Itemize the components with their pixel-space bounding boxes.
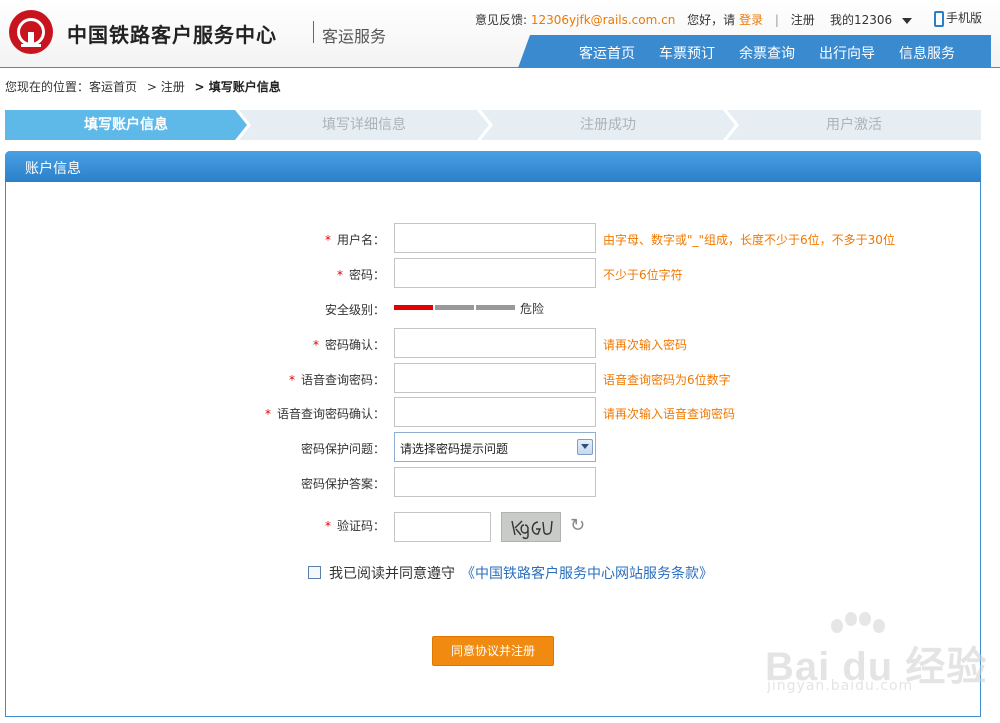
panel-title: 账户信息 <box>25 161 81 177</box>
voice-confirm-input[interactable] <box>394 397 596 427</box>
captcha-input[interactable] <box>394 512 491 542</box>
baidu-jingyan-watermark: Bai du 经验 jingyan.baidu.com <box>765 612 986 702</box>
login-link[interactable]: 登录 <box>739 13 763 27</box>
strength-bar-3 <box>476 305 515 310</box>
site-header: 中国铁路客户服务中心 客运服务 意见反馈: 12306yjfk@rails.co… <box>0 0 1000 68</box>
terms-link[interactable]: 《中国铁路客户服务中心网站服务条款》 <box>461 566 713 582</box>
confirm-label: * 密码确认： <box>312 338 385 352</box>
username-input[interactable] <box>394 223 596 253</box>
nav-item-info[interactable]: 信息服务 <box>899 43 955 63</box>
required-marker: * <box>336 268 343 282</box>
password-label: * 密码： <box>336 268 385 282</box>
nav-item-booking[interactable]: 车票预订 <box>659 43 715 63</box>
brand-divider <box>313 21 314 43</box>
required-marker: * <box>324 519 331 533</box>
agreement-row: 我已阅读并同意遵守 《中国铁路客户服务中心网站服务条款》 <box>308 563 713 583</box>
username-hint: 由字母、数字或"_"组成，长度不少于6位，不多于30位 <box>603 233 895 247</box>
brand-subtitle: 客运服务 <box>322 27 387 46</box>
security-answer-input[interactable] <box>394 467 596 497</box>
captcha-label: * 验证码： <box>324 519 385 533</box>
strength-label: 安全级别： <box>324 303 385 317</box>
phone-icon <box>934 10 944 27</box>
breadcrumb-current: > 填写账户信息 <box>194 80 281 94</box>
step-register-success: 注册成功 <box>481 110 735 140</box>
step-account-info: 填写账户信息 <box>5 110 247 140</box>
step-user-activation: 用户激活 <box>727 110 981 140</box>
main-nav: 客运首页 车票预订 余票查询 出行向导 信息服务 <box>518 35 991 68</box>
link-separator: | <box>774 13 779 27</box>
strength-value: 危险 <box>520 302 545 316</box>
breadcrumb: 您现在的位置：客运首页 > 注册 > 填写账户信息 <box>5 78 281 95</box>
question-label: 密码保护问题： <box>300 442 385 456</box>
nav-item-guide[interactable]: 出行向导 <box>819 43 875 63</box>
required-marker: * <box>288 373 295 387</box>
confirm-hint: 请再次输入密码 <box>603 338 688 352</box>
watermark-url: jingyan.baidu.com <box>767 678 914 694</box>
select-value: 请选择密码提示问题 <box>400 442 509 456</box>
required-marker: * <box>312 338 319 352</box>
security-question-select[interactable]: 请选择密码提示问题 <box>394 432 596 462</box>
breadcrumb-home[interactable]: 您现在的位置：客运首页 <box>5 80 137 94</box>
voice-password-input[interactable] <box>394 363 596 393</box>
my12306-label: 我的12306 <box>830 13 893 27</box>
step-detail-info: 填写详细信息 <box>239 110 489 140</box>
required-marker: * <box>324 233 331 247</box>
confirm-password-input[interactable] <box>394 328 596 358</box>
strength-bar-1 <box>394 305 433 310</box>
password-hint: 不少于6位字符 <box>603 268 683 282</box>
password-input[interactable] <box>394 258 596 288</box>
voice-confirm-label: * 语音查询密码确认： <box>264 407 385 421</box>
strength-bar-2 <box>435 305 474 310</box>
feedback-label: 意见反馈: <box>475 13 528 27</box>
breadcrumb-register[interactable]: > 注册 <box>147 80 185 94</box>
answer-label: 密码保护答案： <box>300 477 385 491</box>
greeting-text: 您好，请 <box>687 13 736 27</box>
username-label: * 用户名： <box>324 233 385 247</box>
railway-logo-icon[interactable] <box>9 10 53 54</box>
agree-text: 我已阅读并同意遵守 <box>329 566 455 582</box>
required-marker: * <box>264 407 271 421</box>
top-links: 意见反馈: 12306yjfk@rails.com.cn 您好，请 登录 | 注… <box>475 11 815 28</box>
refresh-icon[interactable]: ↻ <box>570 515 585 536</box>
mobile-version-link[interactable]: 手机版 <box>934 9 982 27</box>
my12306-menu[interactable]: 我的12306 <box>830 11 913 28</box>
panel-header: 账户信息 <box>5 151 981 182</box>
mobile-label: 手机版 <box>946 11 983 25</box>
chevron-down-icon[interactable] <box>577 439 593 455</box>
voice-password-label: * 语音查询密码： <box>288 373 385 387</box>
feedback-email-link[interactable]: 12306yjfk@rails.com.cn <box>531 13 675 27</box>
captcha-image[interactable] <box>501 512 561 542</box>
agree-checkbox[interactable] <box>308 566 321 579</box>
progress-steps: 填写账户信息 填写详细信息 注册成功 用户激活 <box>5 110 981 140</box>
nav-item-home[interactable]: 客运首页 <box>579 43 635 63</box>
brand-title: 中国铁路客户服务中心 <box>67 23 277 47</box>
register-link[interactable]: 注册 <box>791 13 815 27</box>
captcha-glyphs <box>511 520 553 540</box>
chevron-down-icon <box>902 17 913 24</box>
nav-item-remaining[interactable]: 余票查询 <box>739 43 795 63</box>
voice-confirm-hint: 请再次输入语音查询密码 <box>603 407 736 421</box>
voice-password-hint: 语音查询密码为6位数字 <box>603 373 731 387</box>
agree-and-register-button[interactable]: 同意协议并注册 <box>432 636 554 666</box>
